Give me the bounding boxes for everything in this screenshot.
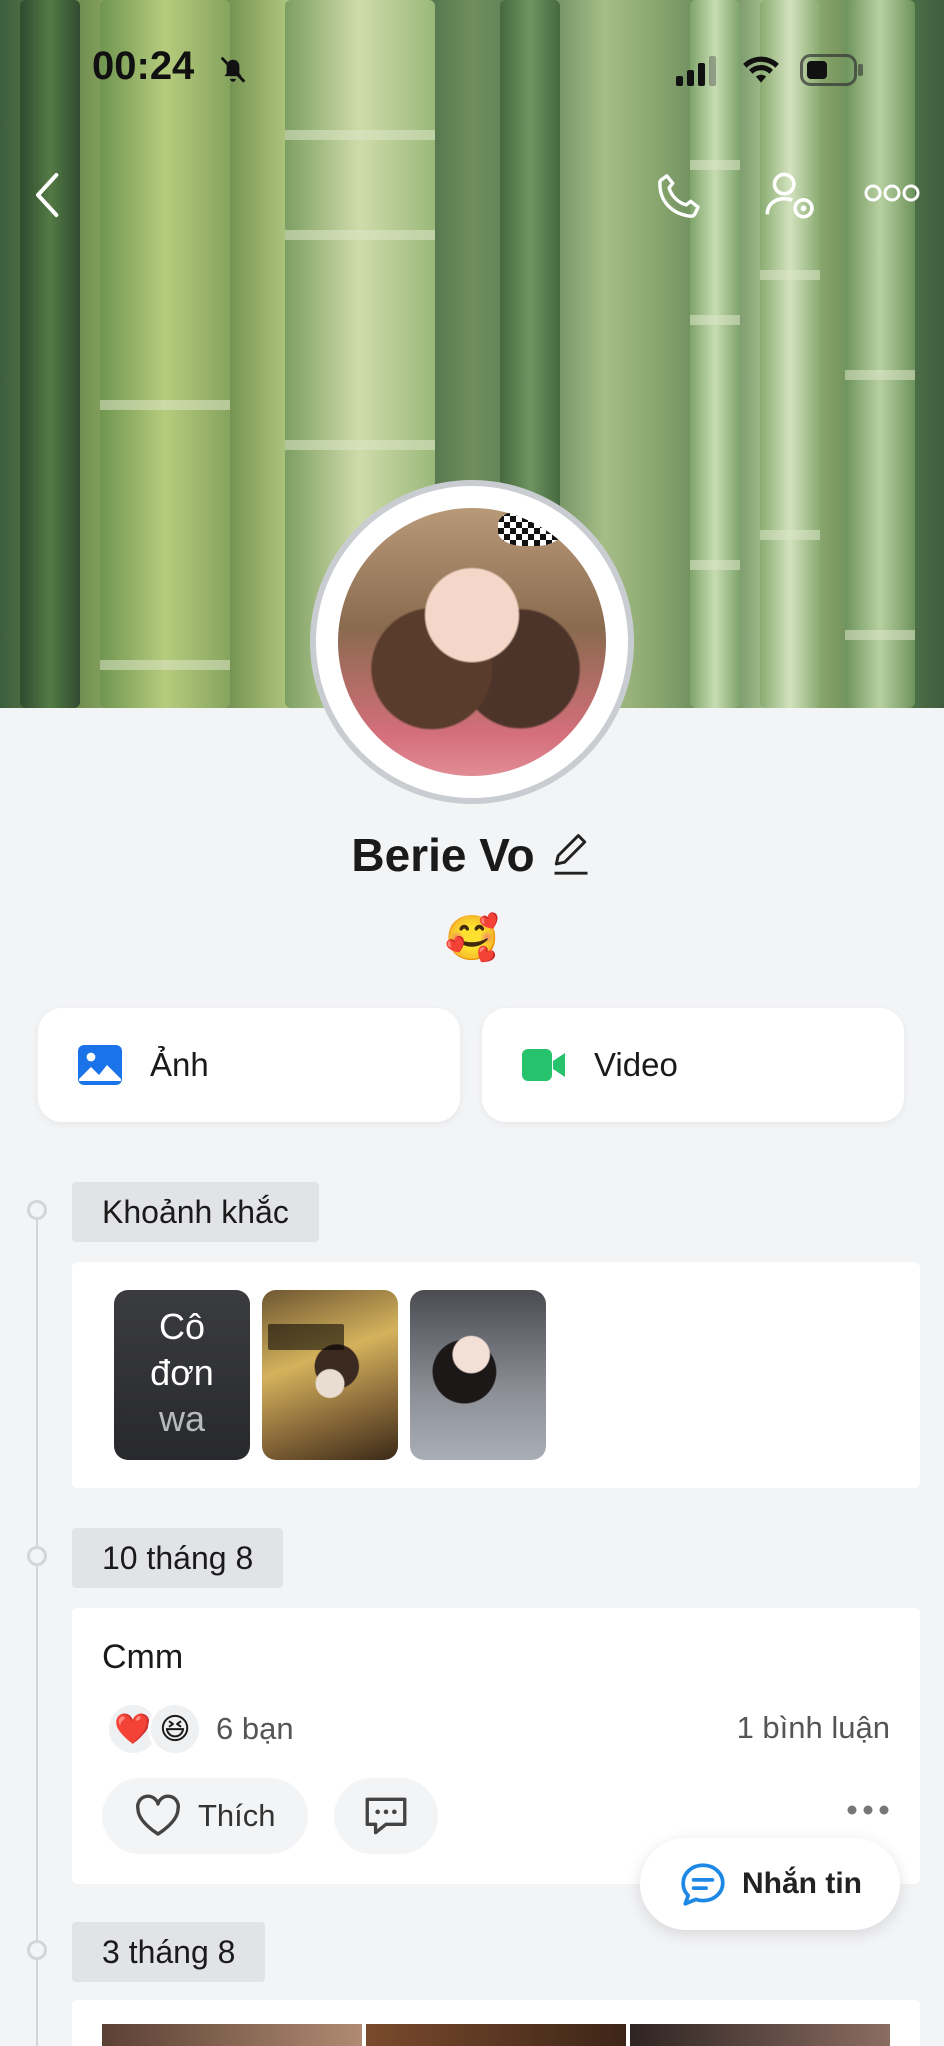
comment-button[interactable]: [334, 1778, 438, 1854]
photos-label: Ảnh: [150, 1046, 209, 1083]
chat-bubble-icon: [681, 1863, 725, 1906]
timeline-dot: [27, 1940, 47, 1960]
more-horizontal-icon: [864, 184, 920, 202]
video-camera-icon: [522, 1049, 565, 1081]
status-bar: 00:24: [0, 0, 944, 140]
battery-icon: [800, 54, 863, 86]
edit-name-button[interactable]: [549, 829, 593, 888]
post-photo[interactable]: [366, 2024, 626, 2046]
send-message-label: Nhắn tin: [742, 1867, 862, 1900]
moment-photo-thumb[interactable]: [262, 1290, 398, 1460]
moment-text-line: wa: [158, 1398, 206, 1439]
post-text: Cmm: [102, 1638, 184, 1676]
profile-settings-button[interactable]: [760, 166, 818, 229]
timeline-dot: [27, 1200, 47, 1220]
post-photo[interactable]: [630, 2024, 890, 2046]
send-message-button[interactable]: Nhắn tin: [640, 1838, 900, 1930]
moment-text-line: đơn: [150, 1352, 214, 1393]
user-settings-icon: [765, 172, 814, 219]
chevron-left-icon: [36, 173, 59, 217]
timeline-line: [36, 1210, 38, 2046]
pencil-icon: [554, 834, 588, 875]
bell-muted-icon: [220, 56, 246, 83]
wifi-icon: [743, 56, 779, 83]
status-time: 00:24: [92, 44, 195, 88]
moment-text-thumb[interactable]: Cô đơn wa: [114, 1290, 250, 1460]
moments-card: Cô đơn wa: [72, 1262, 920, 1488]
profile-name: Berie Vo: [351, 829, 535, 881]
call-button[interactable]: [652, 168, 706, 227]
post-photo[interactable]: [102, 2024, 362, 2046]
videos-label: Video: [594, 1046, 678, 1083]
timeline-dot: [27, 1546, 47, 1566]
more-options-button[interactable]: [864, 182, 920, 209]
phone-icon: [658, 174, 700, 218]
reaction-summary[interactable]: ❤️ 😆 6 bạn: [106, 1702, 294, 1756]
cellular-signal-icon: [676, 56, 716, 86]
like-button[interactable]: Thích: [102, 1778, 308, 1854]
post-more-icon[interactable]: [846, 1804, 890, 1816]
videos-button[interactable]: Video: [482, 1008, 904, 1122]
post-date-tag: 3 tháng 8: [72, 1922, 266, 1982]
profile-name-row: Berie Vo: [0, 828, 944, 888]
comment-count-link[interactable]: 1 bình luận: [737, 1710, 890, 1746]
bow-decoration: [498, 510, 562, 546]
reaction-count: 6 bạn: [216, 1711, 294, 1746]
like-label: Thích: [198, 1798, 276, 1833]
back-button[interactable]: [30, 170, 66, 225]
status-emoji: 🥰: [444, 914, 500, 963]
image-icon: [78, 1045, 122, 1085]
avatar[interactable]: [338, 508, 606, 776]
moment-text-line: Cô: [158, 1306, 206, 1347]
post-date-tag: 10 tháng 8: [72, 1528, 284, 1588]
post-card[interactable]: [72, 2000, 920, 2046]
moment-photo-thumb[interactable]: [410, 1290, 546, 1460]
comment-icon: [365, 1797, 407, 1835]
moments-tag: Khoảnh khắc: [72, 1182, 319, 1242]
heart-outline-icon: [136, 1794, 180, 1836]
photos-button[interactable]: Ảnh: [38, 1008, 460, 1122]
laugh-reaction-icon: 😆: [148, 1702, 202, 1756]
